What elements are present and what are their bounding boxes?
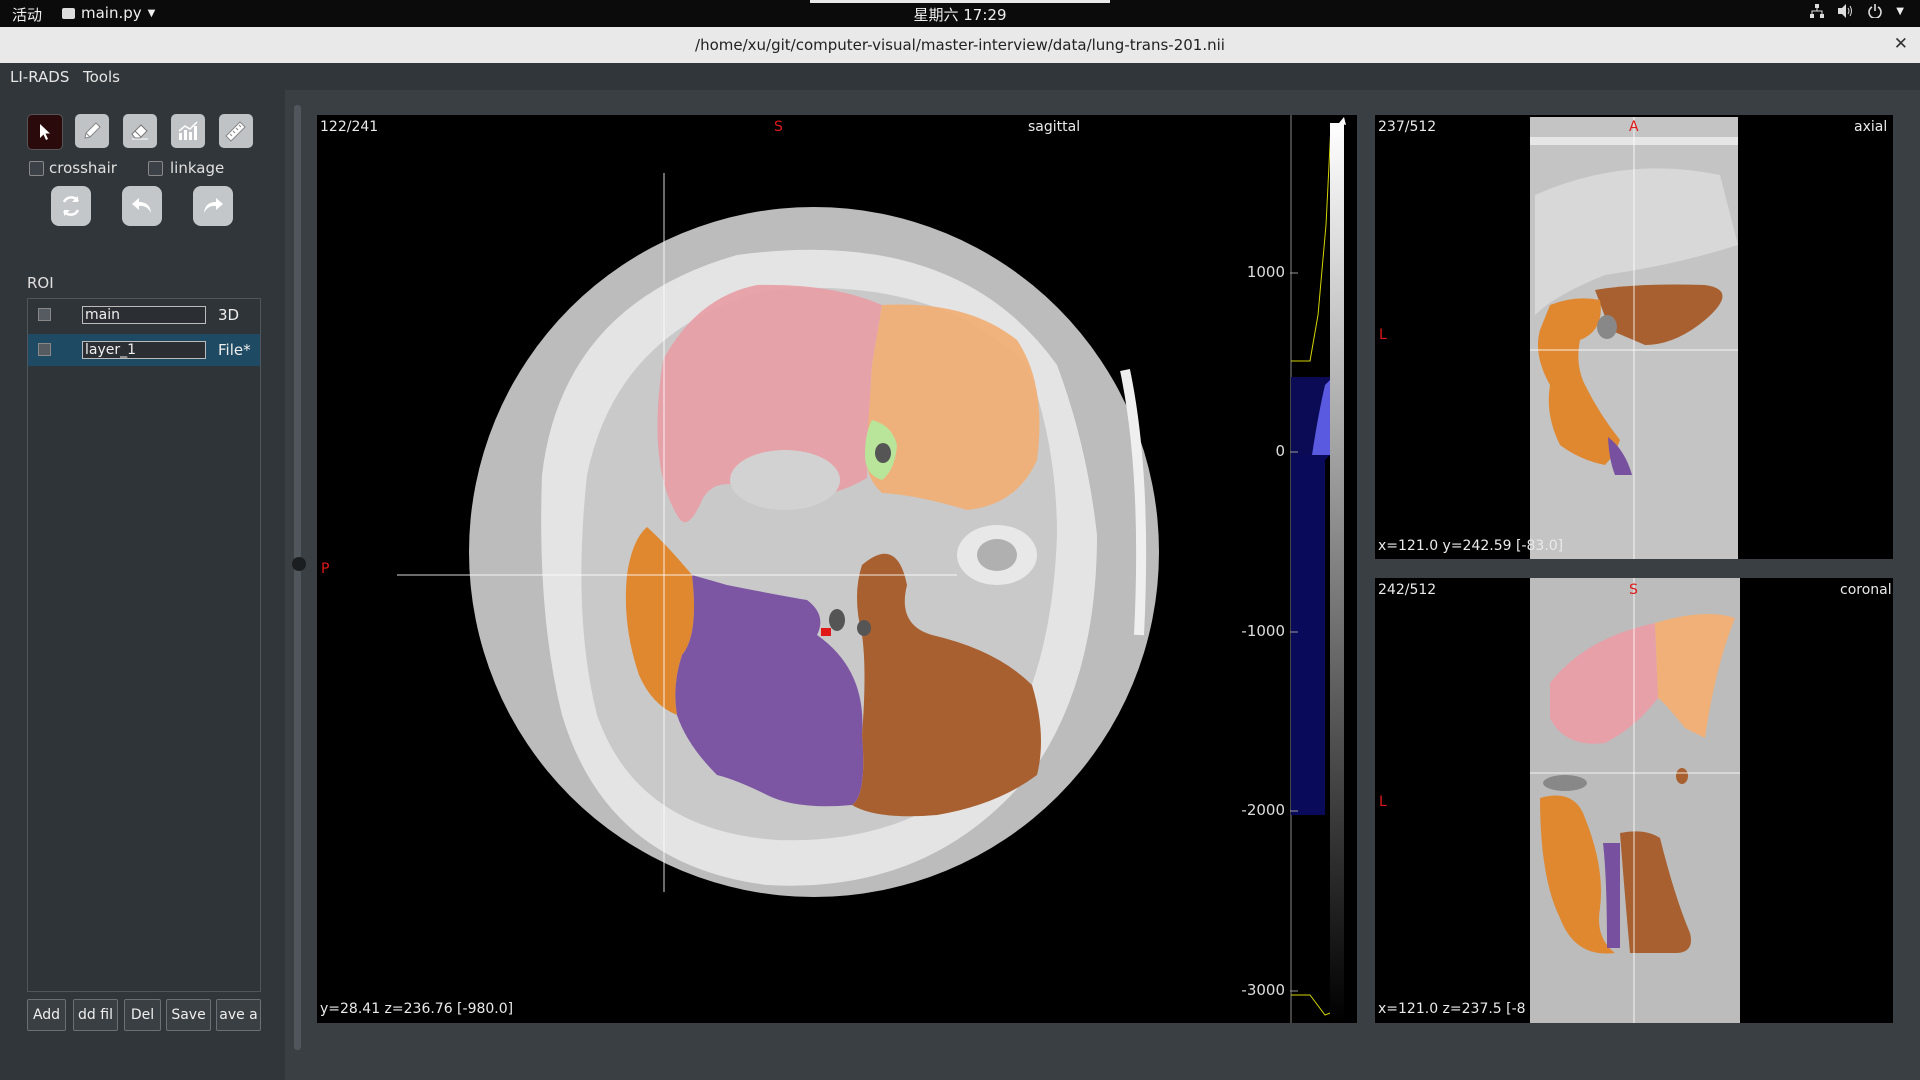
orientation-marker-top: A xyxy=(1629,119,1639,135)
roi-row-main[interactable]: main 3D xyxy=(28,299,260,331)
add-file-button[interactable]: dd fil xyxy=(73,999,118,1031)
histogram-tick-label: 1000 xyxy=(1246,263,1285,281)
pointer-tool-button[interactable] xyxy=(27,114,63,150)
roi-list: main 3D layer_1 File* xyxy=(27,298,261,992)
redo-icon xyxy=(204,198,223,213)
axial-viewer[interactable]: 237/512 A axial L x=121.0 y=242.59 [-83.… xyxy=(1375,115,1893,559)
histogram-tick-label: 0 xyxy=(1275,442,1285,460)
save-as-button[interactable]: ave a xyxy=(216,999,261,1031)
roi-type-tag: File* xyxy=(218,341,251,359)
eraser-tool-button[interactable] xyxy=(123,114,157,148)
sagittal-viewer[interactable]: 122/241 S sagittal P y=28.41 z=236.76 [-… xyxy=(317,115,1357,1023)
refresh-icon xyxy=(62,196,80,216)
redo-button[interactable] xyxy=(193,186,233,226)
slice-counter: 237/512 xyxy=(1378,119,1437,135)
histogram-icon xyxy=(178,121,198,140)
histogram-tool-button[interactable] xyxy=(171,114,205,148)
reset-button[interactable] xyxy=(51,186,91,226)
crosshair-label: crosshair xyxy=(49,159,117,177)
orientation-marker-top: S xyxy=(774,119,783,135)
splitter-handle[interactable] xyxy=(292,557,306,571)
pointer-icon xyxy=(40,124,50,140)
window-title: /home/xu/git/computer-visual/master-inte… xyxy=(695,36,1225,54)
view-name: sagittal xyxy=(1028,119,1081,135)
network-icon xyxy=(1810,4,1825,18)
cursor-coordinates: y=28.41 z=236.76 [-980.0] xyxy=(320,1001,514,1017)
left-panel: crosshair linkage ROI main 3D layer_1 Fi… xyxy=(0,90,285,1080)
sagittal-image[interactable] xyxy=(317,115,1357,1023)
view-name: coronal xyxy=(1840,582,1892,598)
menu-bar: LI-RADS Tools xyxy=(0,63,1920,90)
undo-button[interactable] xyxy=(122,186,162,226)
window-title-bar: /home/xu/git/computer-visual/master-inte… xyxy=(0,27,1920,63)
histogram-plot[interactable] xyxy=(1290,115,1357,1023)
view-name: axial xyxy=(1854,119,1888,135)
coronal-image[interactable] xyxy=(1375,578,1893,1023)
crosshair-checkbox[interactable] xyxy=(29,161,44,176)
cursor-coordinates: x=121.0 y=242.59 [-83.0] xyxy=(1378,538,1564,554)
linkage-label: linkage xyxy=(170,159,225,177)
pencil-tool-button[interactable] xyxy=(75,114,109,148)
histogram-tick-label: -2000 xyxy=(1241,801,1285,819)
roi-visibility-checkbox[interactable] xyxy=(38,343,51,356)
undo-icon xyxy=(132,198,151,213)
close-icon[interactable]: ✕ xyxy=(1894,34,1908,54)
linkage-checkbox[interactable] xyxy=(148,161,163,176)
ruler-tool-button[interactable] xyxy=(219,114,253,148)
panel-splitter[interactable] xyxy=(294,105,301,1050)
pencil-icon xyxy=(84,122,101,139)
histogram-panel[interactable] xyxy=(1290,115,1357,1023)
menu-item-li-rads[interactable]: LI-RADS xyxy=(10,68,69,86)
roi-row-layer-1[interactable]: layer_1 File* xyxy=(28,334,260,366)
workspace-indicator xyxy=(810,0,1110,3)
roi-name-field[interactable]: layer_1 xyxy=(82,341,206,359)
roi-title: ROI xyxy=(27,274,54,292)
add-roi-button[interactable]: Add xyxy=(27,999,66,1031)
cursor-coordinates: x=121.0 z=237.5 [-8 xyxy=(1378,1001,1526,1017)
roi-name-field[interactable]: main xyxy=(82,306,206,324)
roi-type-tag: 3D xyxy=(218,306,240,324)
volume-icon xyxy=(1838,4,1853,18)
ruler-icon xyxy=(225,121,246,142)
delete-roi-button[interactable]: Del xyxy=(124,999,161,1031)
orientation-marker-left: L xyxy=(1379,327,1387,343)
orientation-marker-top: S xyxy=(1629,582,1638,598)
power-icon xyxy=(1868,4,1883,18)
histogram-tick-label: -3000 xyxy=(1241,981,1285,999)
eraser-icon xyxy=(131,124,148,140)
chevron-down-icon: ▼ xyxy=(1896,5,1904,17)
histogram-tick-label: -1000 xyxy=(1241,622,1285,640)
menu-item-tools[interactable]: Tools xyxy=(83,68,120,86)
status-area[interactable]: ▼ xyxy=(1810,4,1904,18)
orientation-marker-left: P xyxy=(321,561,330,577)
save-roi-button[interactable]: Save xyxy=(166,999,211,1031)
coronal-viewer[interactable]: 242/512 S coronal L x=121.0 z=237.5 [-8 xyxy=(1375,578,1893,1023)
slice-counter: 242/512 xyxy=(1378,582,1437,598)
orientation-marker-left: L xyxy=(1379,794,1387,810)
slice-counter: 122/241 xyxy=(320,119,379,135)
system-top-bar: 活动 main.py ▼ 星期六 17:29 ▼ xyxy=(0,0,1920,27)
clock[interactable]: 星期六 17:29 xyxy=(0,4,1920,25)
axial-image[interactable] xyxy=(1375,115,1893,559)
roi-visibility-checkbox[interactable] xyxy=(38,308,51,321)
